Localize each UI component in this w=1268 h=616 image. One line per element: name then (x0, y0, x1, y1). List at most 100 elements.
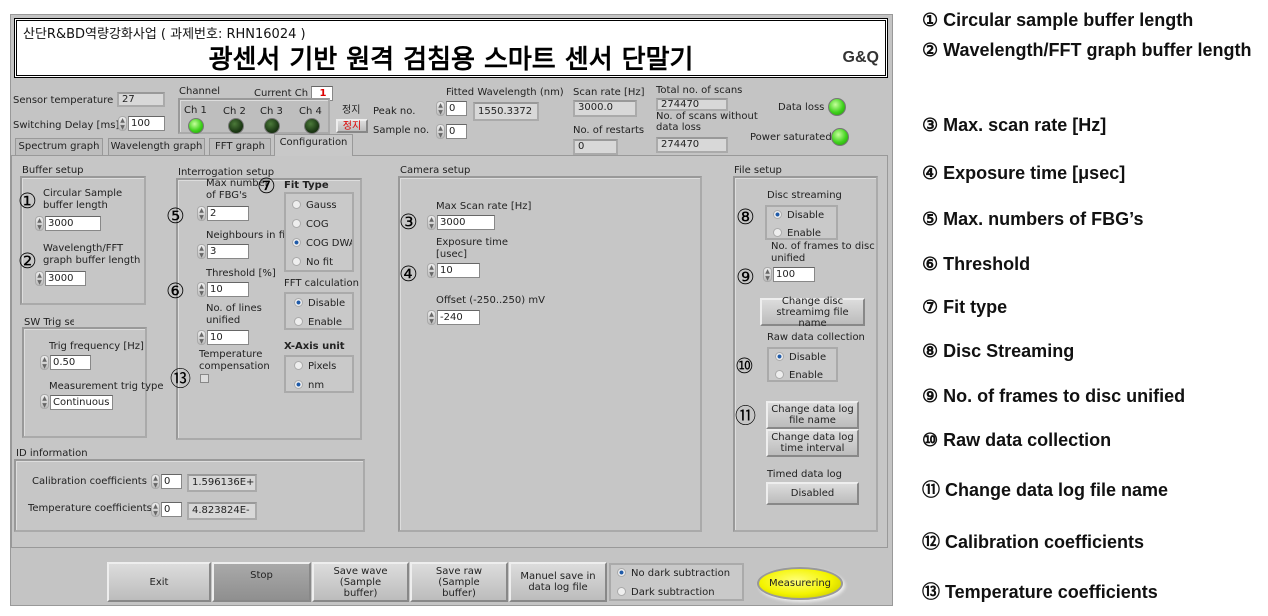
peak-no-input[interactable]: 0 (446, 101, 467, 116)
ch3-led (264, 118, 280, 134)
fit-type-label: Fit Type (284, 180, 329, 191)
ch3-label: Ch 3 (260, 106, 283, 117)
max-fbg-input[interactable]: 2 (207, 206, 249, 221)
neighbours-input[interactable]: 3 (207, 244, 249, 259)
dark-subtraction-radio[interactable]: Dark subtraction (617, 587, 715, 599)
id-information-group (14, 459, 365, 532)
fit-none-radio[interactable]: No fit (292, 257, 333, 269)
trig-type-stepper[interactable]: ▲ ▼ (40, 394, 49, 409)
wl-fft-buffer-input[interactable]: 3000 (45, 271, 86, 286)
exposure-time-stepper[interactable]: ▲ ▼ (427, 263, 436, 278)
timed-data-log-label: Timed data log (767, 469, 842, 480)
fit-cog-radio[interactable]: COG (292, 219, 329, 231)
x-axis-pixels-radio[interactable]: Pixels (294, 361, 336, 373)
gq-logo: G&Q (842, 49, 879, 66)
fft-enable-radio[interactable]: Enable (294, 317, 342, 329)
fit-cog-dwa-radio[interactable]: COG DWA (292, 238, 352, 250)
channel-stop-button[interactable]: 정지 (336, 119, 368, 133)
tab-wavelength-graph[interactable]: Wavelength graph (108, 138, 205, 155)
restarts-label: No. of restarts (573, 125, 645, 136)
max-scan-rate-stepper[interactable]: ▲ ▼ (427, 215, 436, 230)
calibration-index-stepper[interactable]: ▲ ▼ (151, 474, 160, 489)
save-wave-button[interactable]: Save wave (Sample buffer) (312, 562, 409, 602)
circular-buffer-input[interactable]: 3000 (45, 216, 101, 231)
marker-5: ⑤ (166, 204, 185, 228)
radio-label: Disable (789, 352, 827, 363)
power-saturated-led (831, 128, 849, 146)
offset-stepper[interactable]: ▲ ▼ (427, 310, 436, 325)
sample-no-input[interactable]: 0 (446, 124, 467, 139)
switching-delay-label: Switching Delay [ms] (13, 120, 120, 131)
fft-disable-radio[interactable]: Disable (294, 298, 345, 310)
radio-icon (292, 257, 301, 266)
lines-unified-input[interactable]: 10 (207, 330, 249, 345)
x-axis-radio-group: Pixels nm (284, 355, 354, 393)
raw-enable-radio[interactable]: Enable (775, 370, 823, 382)
wl-fft-buffer-stepper[interactable]: ▲ ▼ (35, 271, 44, 286)
frames-unified-stepper[interactable]: ▲ ▼ (763, 267, 772, 282)
trig-frequency-stepper[interactable]: ▲ ▼ (40, 355, 49, 370)
temperature-index-stepper[interactable]: ▲ ▼ (151, 502, 160, 517)
radio-icon (617, 587, 626, 596)
radio-selected-icon (617, 568, 626, 577)
radio-label: Enable (789, 370, 824, 381)
timed-data-log-button[interactable]: Disabled (766, 482, 859, 505)
threshold-input[interactable]: 10 (207, 282, 249, 297)
disc-disable-radio[interactable]: Disable (773, 210, 824, 222)
exit-button[interactable]: Exit (107, 562, 211, 602)
max-fbg-stepper[interactable]: ▲ ▼ (197, 206, 206, 221)
total-scans-value: 274470 (656, 98, 728, 111)
radio-icon (775, 370, 784, 379)
marker-6: ⑥ (166, 279, 185, 303)
change-log-interval-button[interactable]: Change data log time interval (766, 429, 859, 457)
x-axis-nm-radio[interactable]: nm (294, 380, 324, 392)
exposure-time-input[interactable]: 10 (437, 263, 480, 278)
tab-spectrum-graph[interactable]: Spectrum graph (15, 138, 103, 155)
offset-input[interactable]: -240 (437, 310, 480, 325)
fit-gauss-radio[interactable]: Gauss (292, 200, 337, 212)
no-dark-subtraction-radio[interactable]: No dark subtraction (617, 568, 730, 580)
ch2-label: Ch 2 (223, 106, 246, 117)
temp-compensation-checkbox[interactable] (200, 374, 209, 383)
radio-label: Dark subtraction (631, 587, 715, 598)
switching-delay-input[interactable]: 100 (128, 116, 165, 131)
annotation-5: ⑤ Max. numbers of FBG’s (922, 209, 1144, 229)
radio-selected-icon (773, 210, 782, 219)
marker-8: ⑧ (736, 205, 755, 229)
temperature-index-input[interactable]: 0 (161, 502, 182, 517)
change-disc-file-button[interactable]: Change disc streamimg file name (760, 296, 865, 329)
tab-configuration[interactable]: Configuration (274, 134, 353, 156)
sensor-temperature-label: Sensor temperature (13, 95, 114, 106)
change-log-file-button[interactable]: Change data log file name (766, 401, 859, 429)
calibration-coefficient-value: 1.596136E+3 (187, 474, 257, 492)
sensor-temperature-value: 27 (117, 92, 165, 107)
marker-3: ③ (399, 210, 418, 234)
total-scans-label: Total no. of scans (656, 85, 743, 96)
lines-unified-stepper[interactable]: ▲ ▼ (197, 330, 206, 345)
radio-label: COG (306, 219, 329, 230)
tab-fft-graph[interactable]: FFT graph (209, 138, 271, 155)
radio-icon (294, 361, 303, 370)
peak-no-stepper[interactable]: ▲ ▼ (436, 101, 445, 116)
threshold-stepper[interactable]: ▲ ▼ (197, 282, 206, 297)
raw-disable-radio[interactable]: Disable (775, 352, 826, 364)
calibration-index-input[interactable]: 0 (161, 474, 182, 489)
fft-calculation-label: FFT calculation (284, 278, 359, 289)
manual-save-button[interactable]: Manuel save in data log file (509, 562, 607, 602)
neighbours-stepper[interactable]: ▲ ▼ (197, 244, 206, 259)
trig-frequency-input[interactable]: 0.50 (50, 355, 91, 370)
annotation-7: ⑦ Fit type (922, 297, 1008, 317)
trig-type-label: Measurement trig type (49, 381, 164, 392)
circular-buffer-stepper[interactable]: ▲ ▼ (35, 216, 44, 231)
disc-enable-radio[interactable]: Enable (773, 228, 821, 240)
channel-indicators: Ch 1 Ch 2 Ch 3 Ch 4 (178, 98, 330, 134)
sample-no-stepper[interactable]: ▲ ▼ (436, 124, 445, 139)
save-raw-button[interactable]: Save raw (Sample buffer) (410, 562, 508, 602)
trig-type-select[interactable]: Continuous (50, 395, 113, 410)
marker-4: ④ (399, 262, 418, 286)
max-scan-rate-input[interactable]: 3000 (437, 215, 495, 230)
fit-type-radio-group: Gauss COG COG DWA No fit (284, 192, 354, 272)
frames-unified-input[interactable]: 100 (773, 267, 815, 282)
switching-delay-stepper[interactable]: ▲ ▼ (118, 116, 127, 131)
stop-button[interactable]: Stop (212, 562, 311, 602)
